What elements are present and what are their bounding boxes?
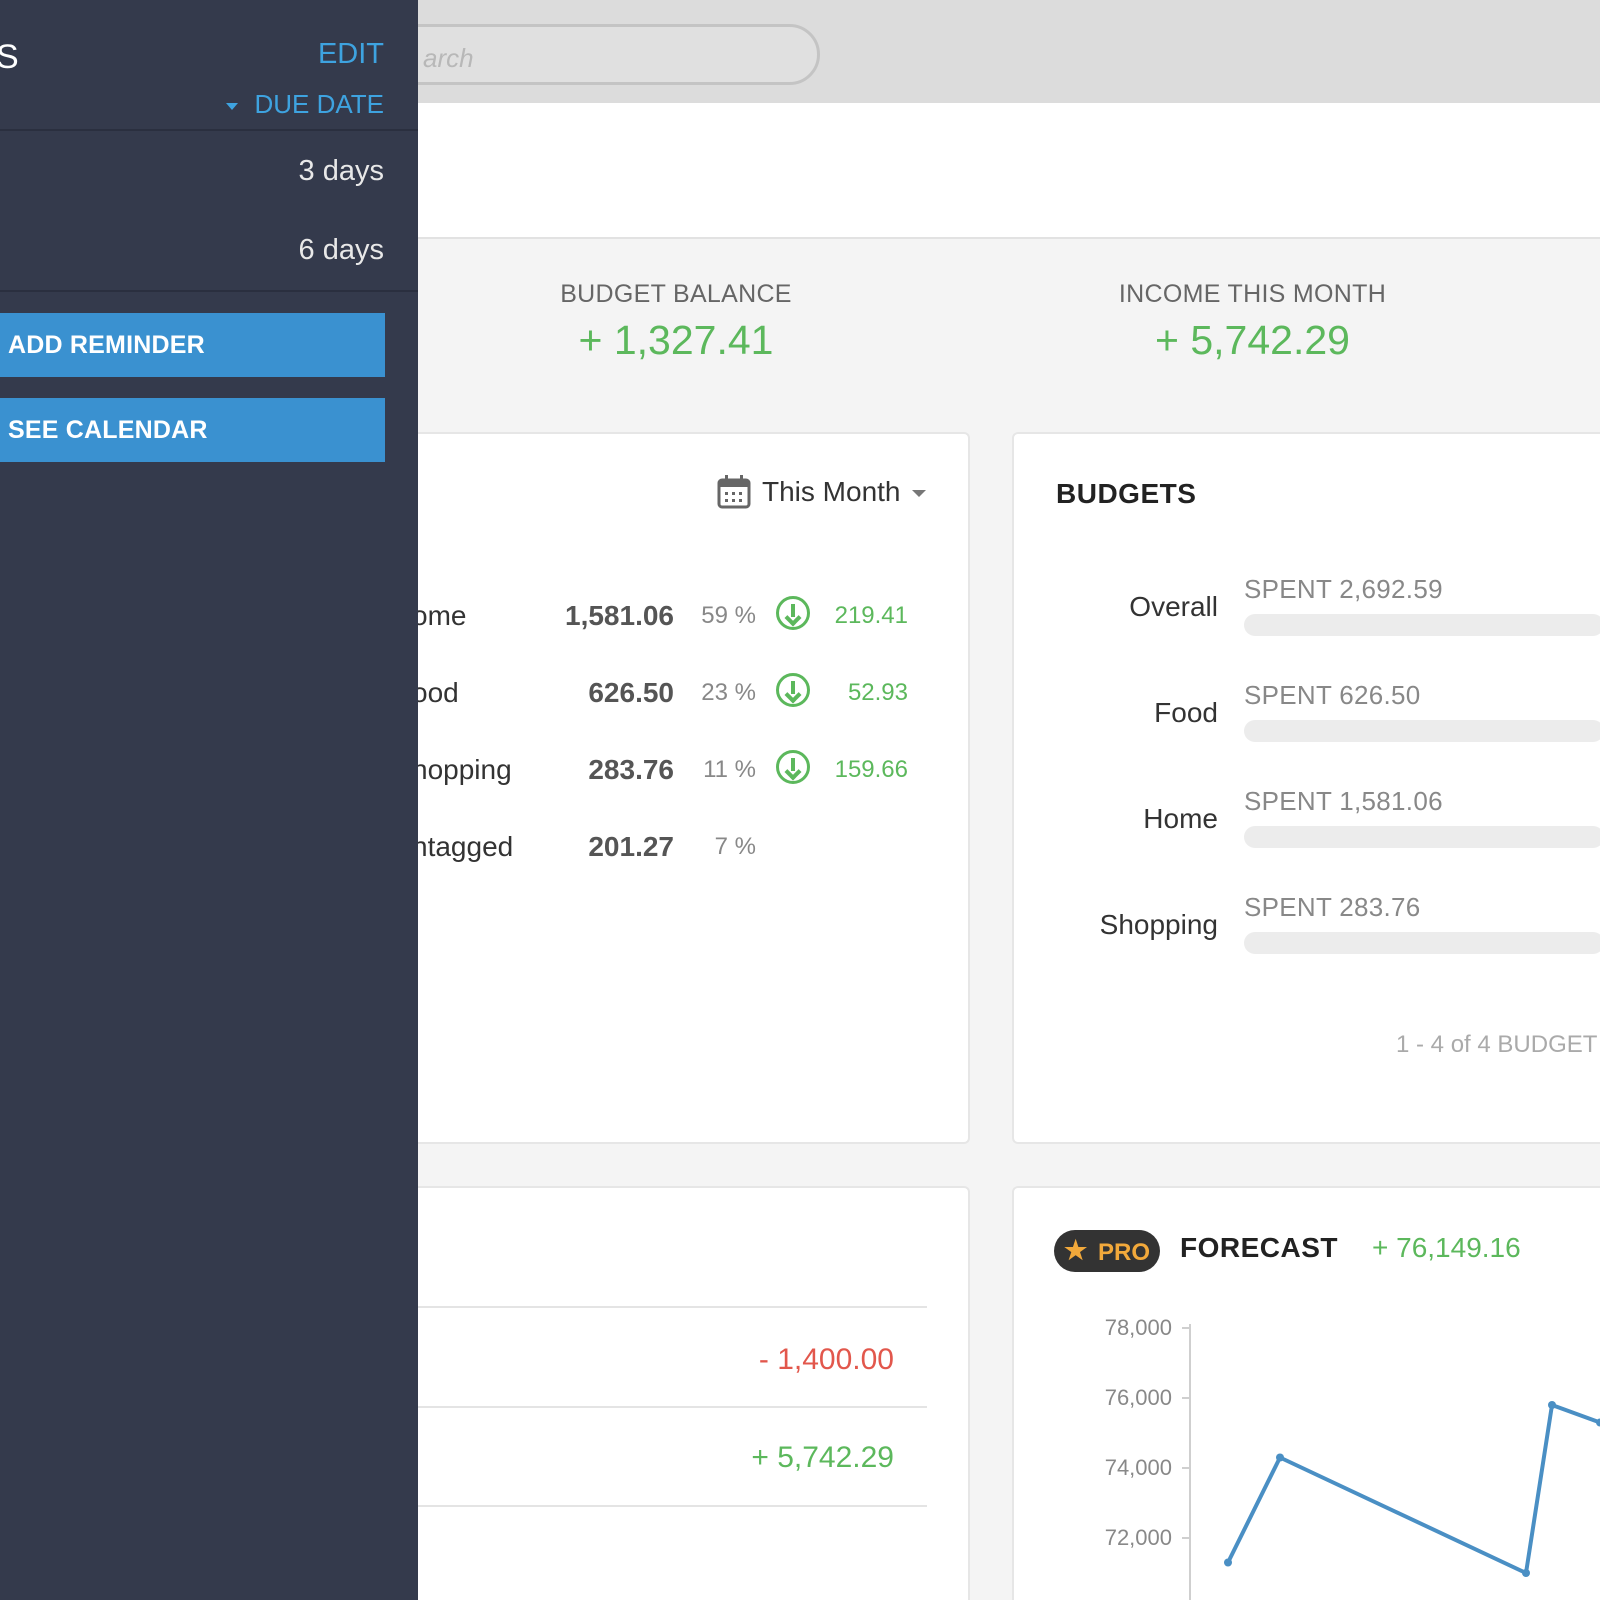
spending-amount: 1,581.06 <box>565 600 674 631</box>
y-tick-label: 74,000 <box>1104 1455 1172 1480</box>
budget-balance-label: BUDGET BALANCE <box>560 280 792 308</box>
spending-amount: 283.76 <box>588 754 674 785</box>
divider <box>412 1505 927 1507</box>
spending-category: ntagged <box>412 831 514 862</box>
income-stat: INCOME THIS MONTH + 5,742.29 <box>1080 280 1425 364</box>
budget-label: Shopping <box>1099 909 1218 940</box>
budget-progress-bar <box>1244 720 1600 742</box>
pro-badge-label: PRO <box>1098 1239 1151 1266</box>
chevron-down-icon <box>912 490 926 497</box>
budget-progress-bar <box>1244 614 1600 636</box>
reminder-days[interactable]: 3 days <box>299 155 384 188</box>
spending-category: hopping <box>412 754 512 785</box>
budget-spent: SPENT 1,581.06 <box>1244 786 1443 816</box>
divider <box>0 129 418 131</box>
calendar-icon <box>717 475 751 509</box>
see-calendar-button[interactable]: SEE CALENDAR <box>0 398 385 462</box>
reminder-days[interactable]: 6 days <box>299 234 384 267</box>
budget-balance-stat: BUDGET BALANCE + 1,327.41 <box>536 280 816 364</box>
forecast-title: FORECAST <box>1180 1232 1338 1263</box>
spending-delta: 219.41 <box>834 602 908 629</box>
divider <box>0 290 418 292</box>
arrow-down-circle-icon <box>776 596 810 630</box>
spending-category: ood <box>412 677 459 708</box>
forecast-point <box>1522 1569 1530 1577</box>
budget-spent: SPENT 2,692.59 <box>1244 574 1443 604</box>
budget-label: Food <box>1154 697 1218 728</box>
search-placeholder: arch <box>423 43 474 73</box>
period-label: This Month <box>762 476 901 507</box>
spending-percent: 7 % <box>714 833 756 860</box>
budgets-title: BUDGETS <box>1056 478 1197 509</box>
reminders-panel: S EDIT DUE DATE 3 days 6 days ADD REMIND… <box>0 0 418 1600</box>
budgets-pagination: 1 - 4 of 4 BUDGET <box>1396 1031 1598 1058</box>
spending-amount: 626.50 <box>588 677 674 708</box>
budget-spent: SPENT 283.76 <box>1244 892 1421 922</box>
budget-progress-bar <box>1244 932 1600 954</box>
forecast-total: + 76,149.16 <box>1372 1232 1521 1263</box>
edit-button[interactable]: EDIT <box>318 38 384 71</box>
divider <box>412 1406 927 1408</box>
sort-due-date[interactable]: DUE DATE <box>226 89 384 120</box>
spending-percent: 11 % <box>703 756 756 783</box>
spending-delta: 52.93 <box>847 679 908 706</box>
forecast-chart <box>1182 1324 1600 1600</box>
star-icon: ★ <box>1064 1235 1088 1265</box>
arrow-down-circle-icon <box>776 750 810 784</box>
sort-label: DUE DATE <box>254 89 384 119</box>
income-label: INCOME THIS MONTH <box>1118 280 1387 308</box>
arrow-down-circle-icon <box>776 673 810 707</box>
budget-spent: SPENT 626.50 <box>1244 680 1421 710</box>
forecast-point <box>1224 1558 1232 1567</box>
forecast-point <box>1548 1401 1556 1409</box>
budget-progress-bar <box>1244 826 1600 848</box>
y-axis-ticks <box>1182 1327 1190 1539</box>
divider <box>412 1306 927 1308</box>
income-value: + 5,742.29 <box>1155 317 1350 363</box>
spending-category: ome <box>412 600 467 631</box>
y-tick-label: 76,000 <box>1104 1385 1172 1410</box>
budget-label: Overall <box>1129 591 1218 622</box>
budget-label: Home <box>1143 803 1218 834</box>
spending-percent: 23 % <box>701 679 756 706</box>
panel-title: S <box>0 38 19 76</box>
y-tick-label: 72,000 <box>1104 1525 1172 1550</box>
add-reminder-button[interactable]: ADD REMINDER <box>0 313 385 377</box>
pro-badge: ★ PRO <box>1054 1230 1160 1272</box>
cashflow-amount: - 1,400.00 <box>758 1343 894 1376</box>
spending-percent: 59 % <box>701 602 756 629</box>
forecast-point <box>1276 1453 1284 1462</box>
caret-down-icon <box>226 102 239 110</box>
spending-amount: 201.27 <box>588 831 674 862</box>
spending-delta: 159.66 <box>834 756 908 783</box>
cashflow-card <box>380 1186 970 1600</box>
forecast-line <box>1226 1403 1600 1575</box>
budget-balance-value: + 1,327.41 <box>578 317 774 363</box>
forecast-points <box>1224 1401 1600 1577</box>
y-tick-label: 78,000 <box>1104 1315 1172 1340</box>
spending-card <box>380 432 970 1144</box>
cashflow-amount: + 5,742.29 <box>751 1441 894 1474</box>
